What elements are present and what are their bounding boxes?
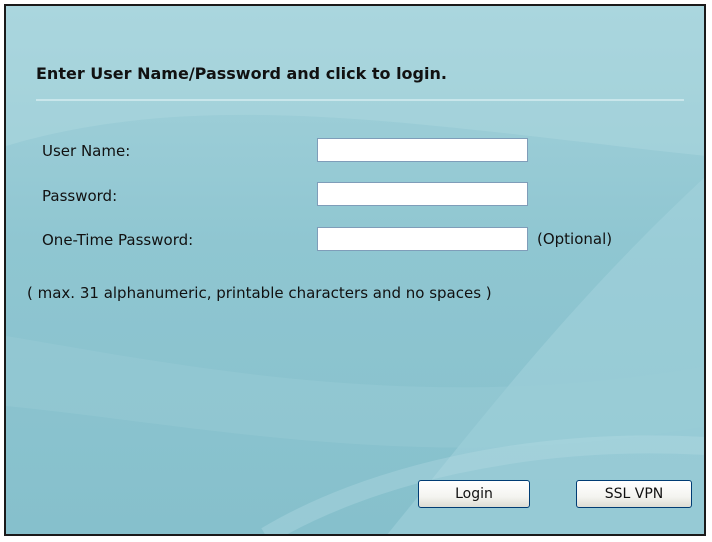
form-heading: Enter User Name/Password and click to lo…: [36, 64, 447, 83]
user-name-input[interactable]: [317, 138, 528, 162]
ssl-vpn-button[interactable]: SSL VPN: [576, 480, 692, 508]
password-input[interactable]: [317, 182, 528, 206]
password-hint: ( max. 31 alphanumeric, printable charac…: [27, 284, 492, 302]
optional-note: (Optional): [537, 230, 613, 248]
password-label: Password:: [42, 187, 118, 205]
login-panel: Enter User Name/Password and click to lo…: [4, 4, 706, 536]
background-swoosh: [6, 6, 704, 534]
user-name-label: User Name:: [42, 142, 131, 160]
login-button[interactable]: Login: [418, 480, 530, 508]
one-time-password-label: One-Time Password:: [42, 231, 194, 249]
heading-divider: [36, 99, 684, 101]
one-time-password-input[interactable]: [317, 227, 528, 251]
